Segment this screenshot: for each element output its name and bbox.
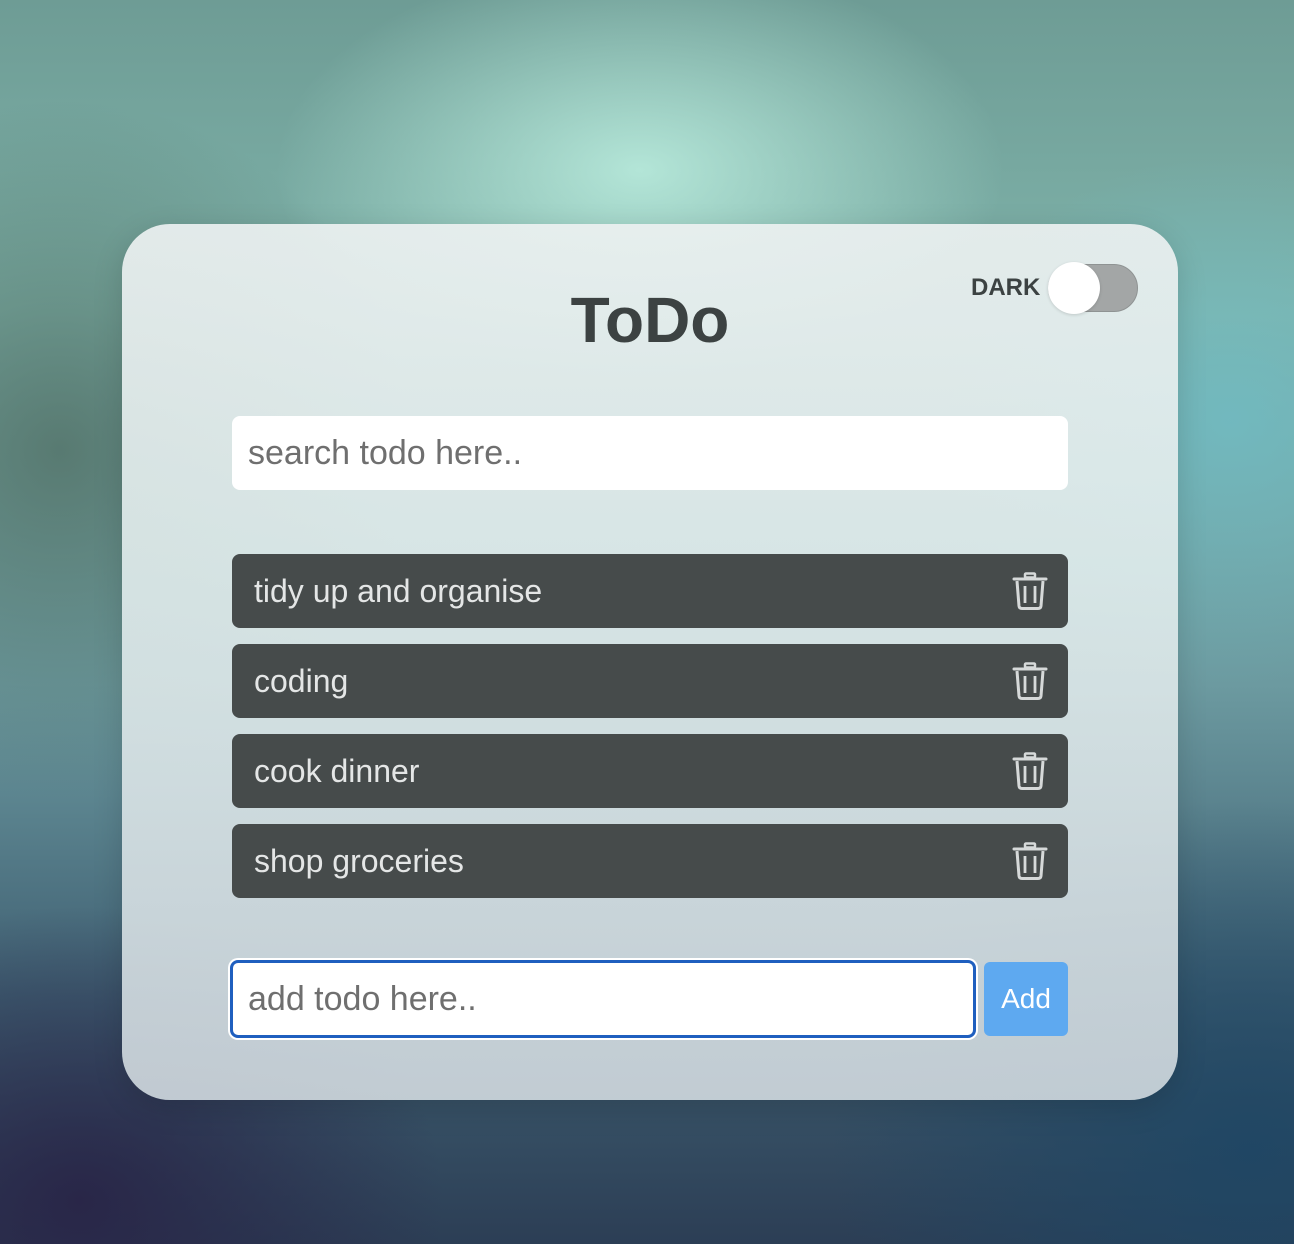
trash-icon[interactable] — [1012, 842, 1048, 880]
todo-item[interactable]: tidy up and organise — [232, 554, 1068, 628]
todo-text: coding — [254, 663, 349, 699]
trash-icon[interactable] — [1012, 572, 1048, 610]
trash-icon[interactable] — [1012, 662, 1048, 700]
toggle-knob — [1048, 262, 1100, 314]
search-input[interactable] — [232, 416, 1068, 490]
todo-text: shop groceries — [254, 843, 464, 879]
todo-item[interactable]: coding — [232, 644, 1068, 718]
todo-text: cook dinner — [254, 753, 420, 789]
todo-item[interactable]: cook dinner — [232, 734, 1068, 808]
dark-mode-toggle[interactable] — [1048, 262, 1138, 314]
todo-text: tidy up and organise — [254, 573, 543, 609]
trash-icon[interactable] — [1012, 752, 1048, 790]
add-todo-input[interactable] — [230, 960, 976, 1038]
add-button[interactable]: Add — [984, 962, 1068, 1036]
dark-mode-label: DARK — [971, 274, 1041, 301]
todo-item[interactable]: shop groceries — [232, 824, 1068, 898]
